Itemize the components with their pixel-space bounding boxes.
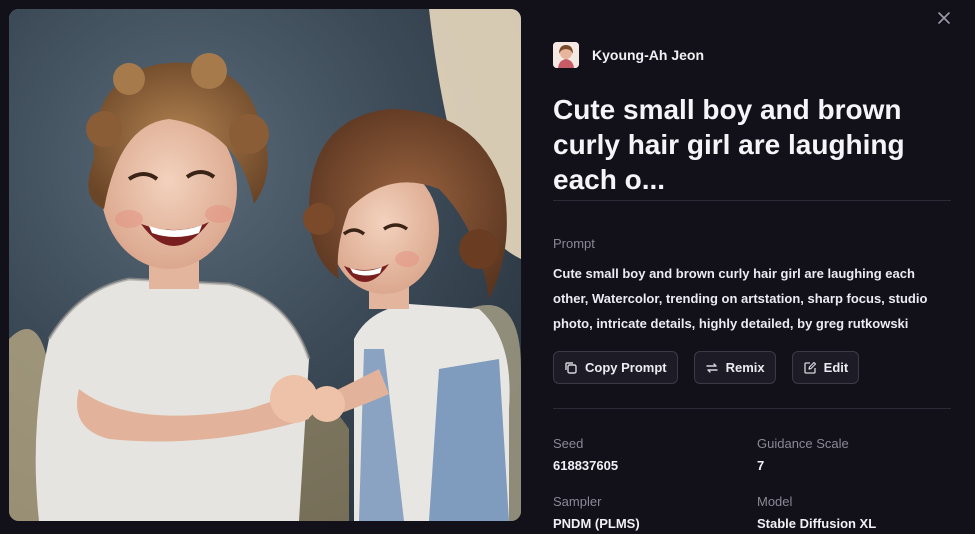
- sampler-value: PNDM (PLMS): [553, 516, 640, 531]
- remix-button[interactable]: Remix: [693, 351, 776, 384]
- copy-prompt-button[interactable]: Copy Prompt: [553, 351, 678, 384]
- divider: [553, 200, 951, 201]
- guidance-scale-value: 7: [757, 458, 765, 473]
- model-value: Stable Diffusion XL: [757, 516, 877, 531]
- seed-value: 618837605: [553, 458, 619, 473]
- author-row[interactable]: Kyoung-Ah Jeon: [553, 42, 704, 68]
- remix-icon: [705, 362, 718, 373]
- page-title: Cute small boy and brown curly hair girl…: [553, 94, 905, 195]
- generated-image-artwork: [9, 9, 521, 521]
- action-buttons: Copy Prompt Remix Edit: [553, 351, 860, 384]
- prompt-label: Prompt: [553, 236, 595, 251]
- generated-image[interactable]: [9, 9, 521, 521]
- model-label: Model: [757, 494, 793, 509]
- guidance-scale-label: Guidance Scale: [757, 436, 849, 451]
- edit-button[interactable]: Edit: [791, 351, 860, 384]
- divider: [553, 408, 951, 409]
- edit-label: Edit: [823, 360, 849, 375]
- sampler-label: Sampler: [553, 494, 602, 509]
- remix-label: Remix: [725, 360, 765, 375]
- details-panel: Kyoung-Ah Jeon Cute small boy and brown …: [553, 0, 953, 534]
- edit-icon: [804, 361, 816, 374]
- prompt-text: Cute small boy and brown curly hair girl…: [553, 266, 928, 331]
- avatar: [553, 42, 579, 68]
- copy-prompt-label: Copy Prompt: [585, 360, 667, 375]
- copy-icon: [565, 361, 577, 374]
- seed-label: Seed: [553, 436, 584, 451]
- author-name: Kyoung-Ah Jeon: [592, 47, 704, 63]
